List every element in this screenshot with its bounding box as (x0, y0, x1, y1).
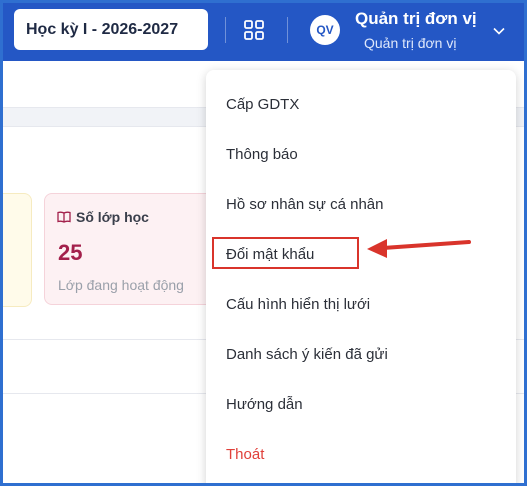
stat-card-value: 25 (58, 240, 83, 265)
user-role: Quản trị đơn vị (364, 35, 457, 51)
stat-card-title-text: Số lớp học (76, 209, 149, 225)
avatar[interactable]: QV (310, 15, 340, 45)
menu-item-cap-gdtx[interactable]: Cấp GDTX (226, 96, 299, 113)
red-arrow-left-icon (367, 239, 471, 258)
user-dropdown-menu: Cấp GDTX Thông báo Hồ sơ nhân sự cá nhân… (206, 70, 516, 483)
header-divider (287, 17, 288, 43)
term-select[interactable]: Học kỳ I - 2026-2027 (14, 9, 208, 50)
chevron-down-icon[interactable] (493, 27, 505, 35)
menu-item-notifications[interactable]: Thông báo (226, 146, 298, 163)
stat-card-partial (3, 193, 32, 307)
stat-card-subtitle: Lớp đang hoạt động (58, 277, 184, 293)
grid-apps-icon[interactable] (243, 19, 265, 41)
menu-item-logout[interactable]: Thoát (226, 446, 264, 463)
menu-item-personal-profile[interactable]: Hồ sơ nhân sự cá nhân (226, 196, 383, 213)
stat-card-classes[interactable]: Số lớp học 25 Lớp đang hoạt động (44, 193, 224, 305)
menu-item-help[interactable]: Hướng dẫn (226, 396, 303, 413)
book-open-icon (57, 211, 71, 223)
header-divider (225, 17, 226, 43)
menu-item-grid-display-config[interactable]: Cấu hình hiển thị lưới (226, 296, 370, 313)
stat-card-title: Số lớp học (57, 209, 149, 225)
top-header: Học kỳ I - 2026-2027 QV Quản trị đơn vị … (3, 3, 524, 61)
annotation-highlight-box (212, 237, 359, 269)
user-name[interactable]: Quản trị đơn vị (355, 9, 477, 29)
app-window: Học kỳ I - 2026-2027 QV Quản trị đơn vị … (3, 3, 524, 483)
menu-item-sent-feedback-list[interactable]: Danh sách ý kiến đã gửi (226, 346, 388, 363)
